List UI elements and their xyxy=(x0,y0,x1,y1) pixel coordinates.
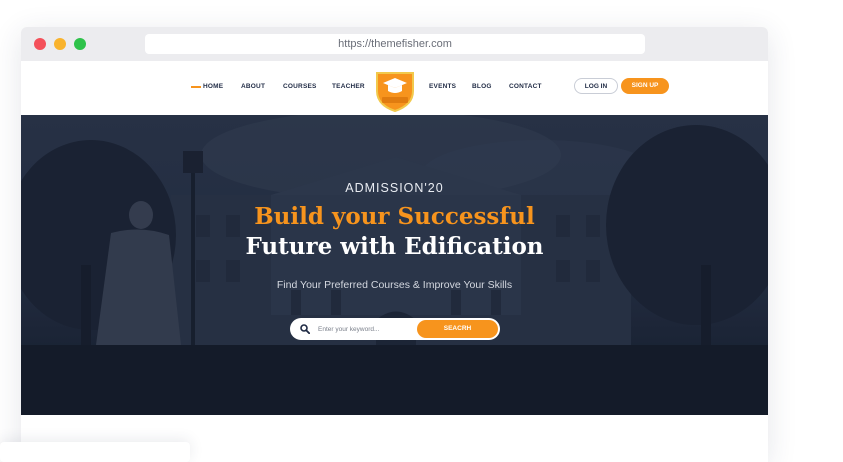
browser-window: https://themefisher.com HOME ABOUT COURS… xyxy=(21,27,768,462)
hero-subtitle: Find Your Preferred Courses & Improve Yo… xyxy=(276,279,513,291)
site-header: HOME ABOUT COURSES TEACHER EVENTS BLOG C… xyxy=(21,61,768,115)
nav-about[interactable]: ABOUT xyxy=(241,83,265,90)
search-button[interactable]: SEACRH xyxy=(417,320,498,338)
hero-background-image xyxy=(21,115,768,415)
nav-events[interactable]: EVENTS xyxy=(429,83,456,90)
hero-title-line1: Build your Successful xyxy=(254,203,535,230)
graduation-cap-shield-logo[interactable] xyxy=(373,67,417,113)
nav-teacher[interactable]: TEACHER xyxy=(332,83,365,90)
nav-contact[interactable]: CONTACT xyxy=(509,83,542,90)
floating-card xyxy=(0,442,190,462)
nav-blog[interactable]: BLOG xyxy=(472,83,492,90)
active-nav-indicator xyxy=(191,86,201,88)
search-input[interactable] xyxy=(318,322,413,336)
login-button[interactable]: LOG IN xyxy=(574,78,618,94)
browser-toolbar: https://themefisher.com xyxy=(21,27,768,61)
search-icon xyxy=(300,324,310,334)
nav-courses[interactable]: COURSES xyxy=(283,83,317,90)
minimize-window-button[interactable] xyxy=(54,38,66,50)
hero-section: ADMISSION'20 Build your Successful Futur… xyxy=(21,115,768,415)
search-bar: SEACRH xyxy=(290,318,500,340)
address-bar[interactable]: https://themefisher.com xyxy=(145,34,645,54)
nav-home[interactable]: HOME xyxy=(203,83,223,90)
hero-title-line2: Future with Edification xyxy=(245,233,544,260)
maximize-window-button[interactable] xyxy=(74,38,86,50)
signup-button[interactable]: SIGN UP xyxy=(621,78,669,94)
close-window-button[interactable] xyxy=(34,38,46,50)
hero-eyebrow: ADMISSION'20 xyxy=(345,181,444,195)
